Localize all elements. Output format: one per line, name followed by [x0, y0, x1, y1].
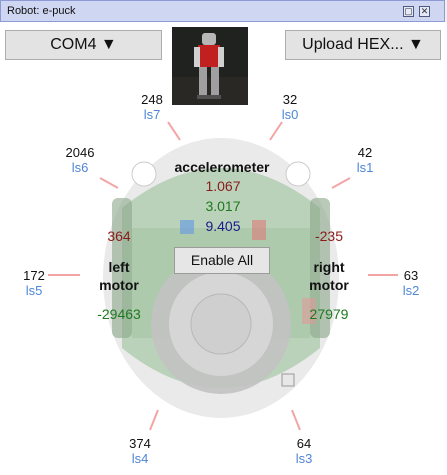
- right-motor-label: right motor: [294, 258, 364, 294]
- sensor-ls7: 248 ls7: [122, 92, 182, 122]
- accelerometer-label: accelerometer: [174, 159, 270, 175]
- enable-all-button[interactable]: Enable All: [174, 247, 270, 274]
- sensor-ls6-name: ls6: [71, 160, 89, 175]
- sensor-ls2: 63 ls2: [381, 268, 441, 298]
- right-motor-speed: -235: [314, 228, 344, 244]
- left-motor-position: -29463: [97, 306, 141, 322]
- accelerometer-z: 9.405: [205, 218, 241, 234]
- sensor-ls4: 374 ls4: [110, 436, 170, 466]
- sensor-ls5-value: 172: [23, 268, 45, 283]
- left-motor-label-line2: motor: [99, 277, 139, 293]
- left-motor-label: left motor: [84, 258, 154, 294]
- sensor-ls1: 42 ls1: [335, 145, 395, 175]
- left-motor-speed: 364: [107, 228, 131, 244]
- sensor-ls3-name: ls3: [295, 451, 313, 466]
- sensor-ls1-name: ls1: [356, 160, 374, 175]
- sensor-ls4-value: 374: [129, 436, 151, 451]
- sensor-ls6-value: 2046: [65, 145, 95, 160]
- sensor-ls0: 32 ls0: [260, 92, 320, 122]
- sensor-ls5: 172 ls5: [4, 268, 64, 298]
- sensor-ls7-value: 248: [141, 92, 163, 107]
- right-motor-label-line2: motor: [309, 277, 349, 293]
- sensor-ls7-name: ls7: [143, 107, 161, 122]
- sensor-ls0-name: ls0: [281, 107, 299, 122]
- sensor-ls6: 2046 ls6: [50, 145, 110, 175]
- sensor-ls2-value: 63: [403, 268, 419, 283]
- right-motor-label-line1: right: [313, 259, 345, 275]
- sensor-ls3-value: 64: [296, 436, 312, 451]
- sensor-ls4-name: ls4: [131, 451, 149, 466]
- sensor-ls5-name: ls5: [25, 283, 43, 298]
- sensor-ls1-value: 42: [357, 145, 373, 160]
- sensor-ls2-name: ls2: [402, 283, 420, 298]
- sensor-ls3: 64 ls3: [274, 436, 334, 466]
- left-motor-label-line1: left: [108, 259, 130, 275]
- accelerometer-y: 3.017: [205, 198, 241, 214]
- right-motor-position: 27979: [309, 306, 349, 322]
- accelerometer-x: 1.067: [205, 178, 241, 194]
- sensor-ls0-value: 32: [282, 92, 298, 107]
